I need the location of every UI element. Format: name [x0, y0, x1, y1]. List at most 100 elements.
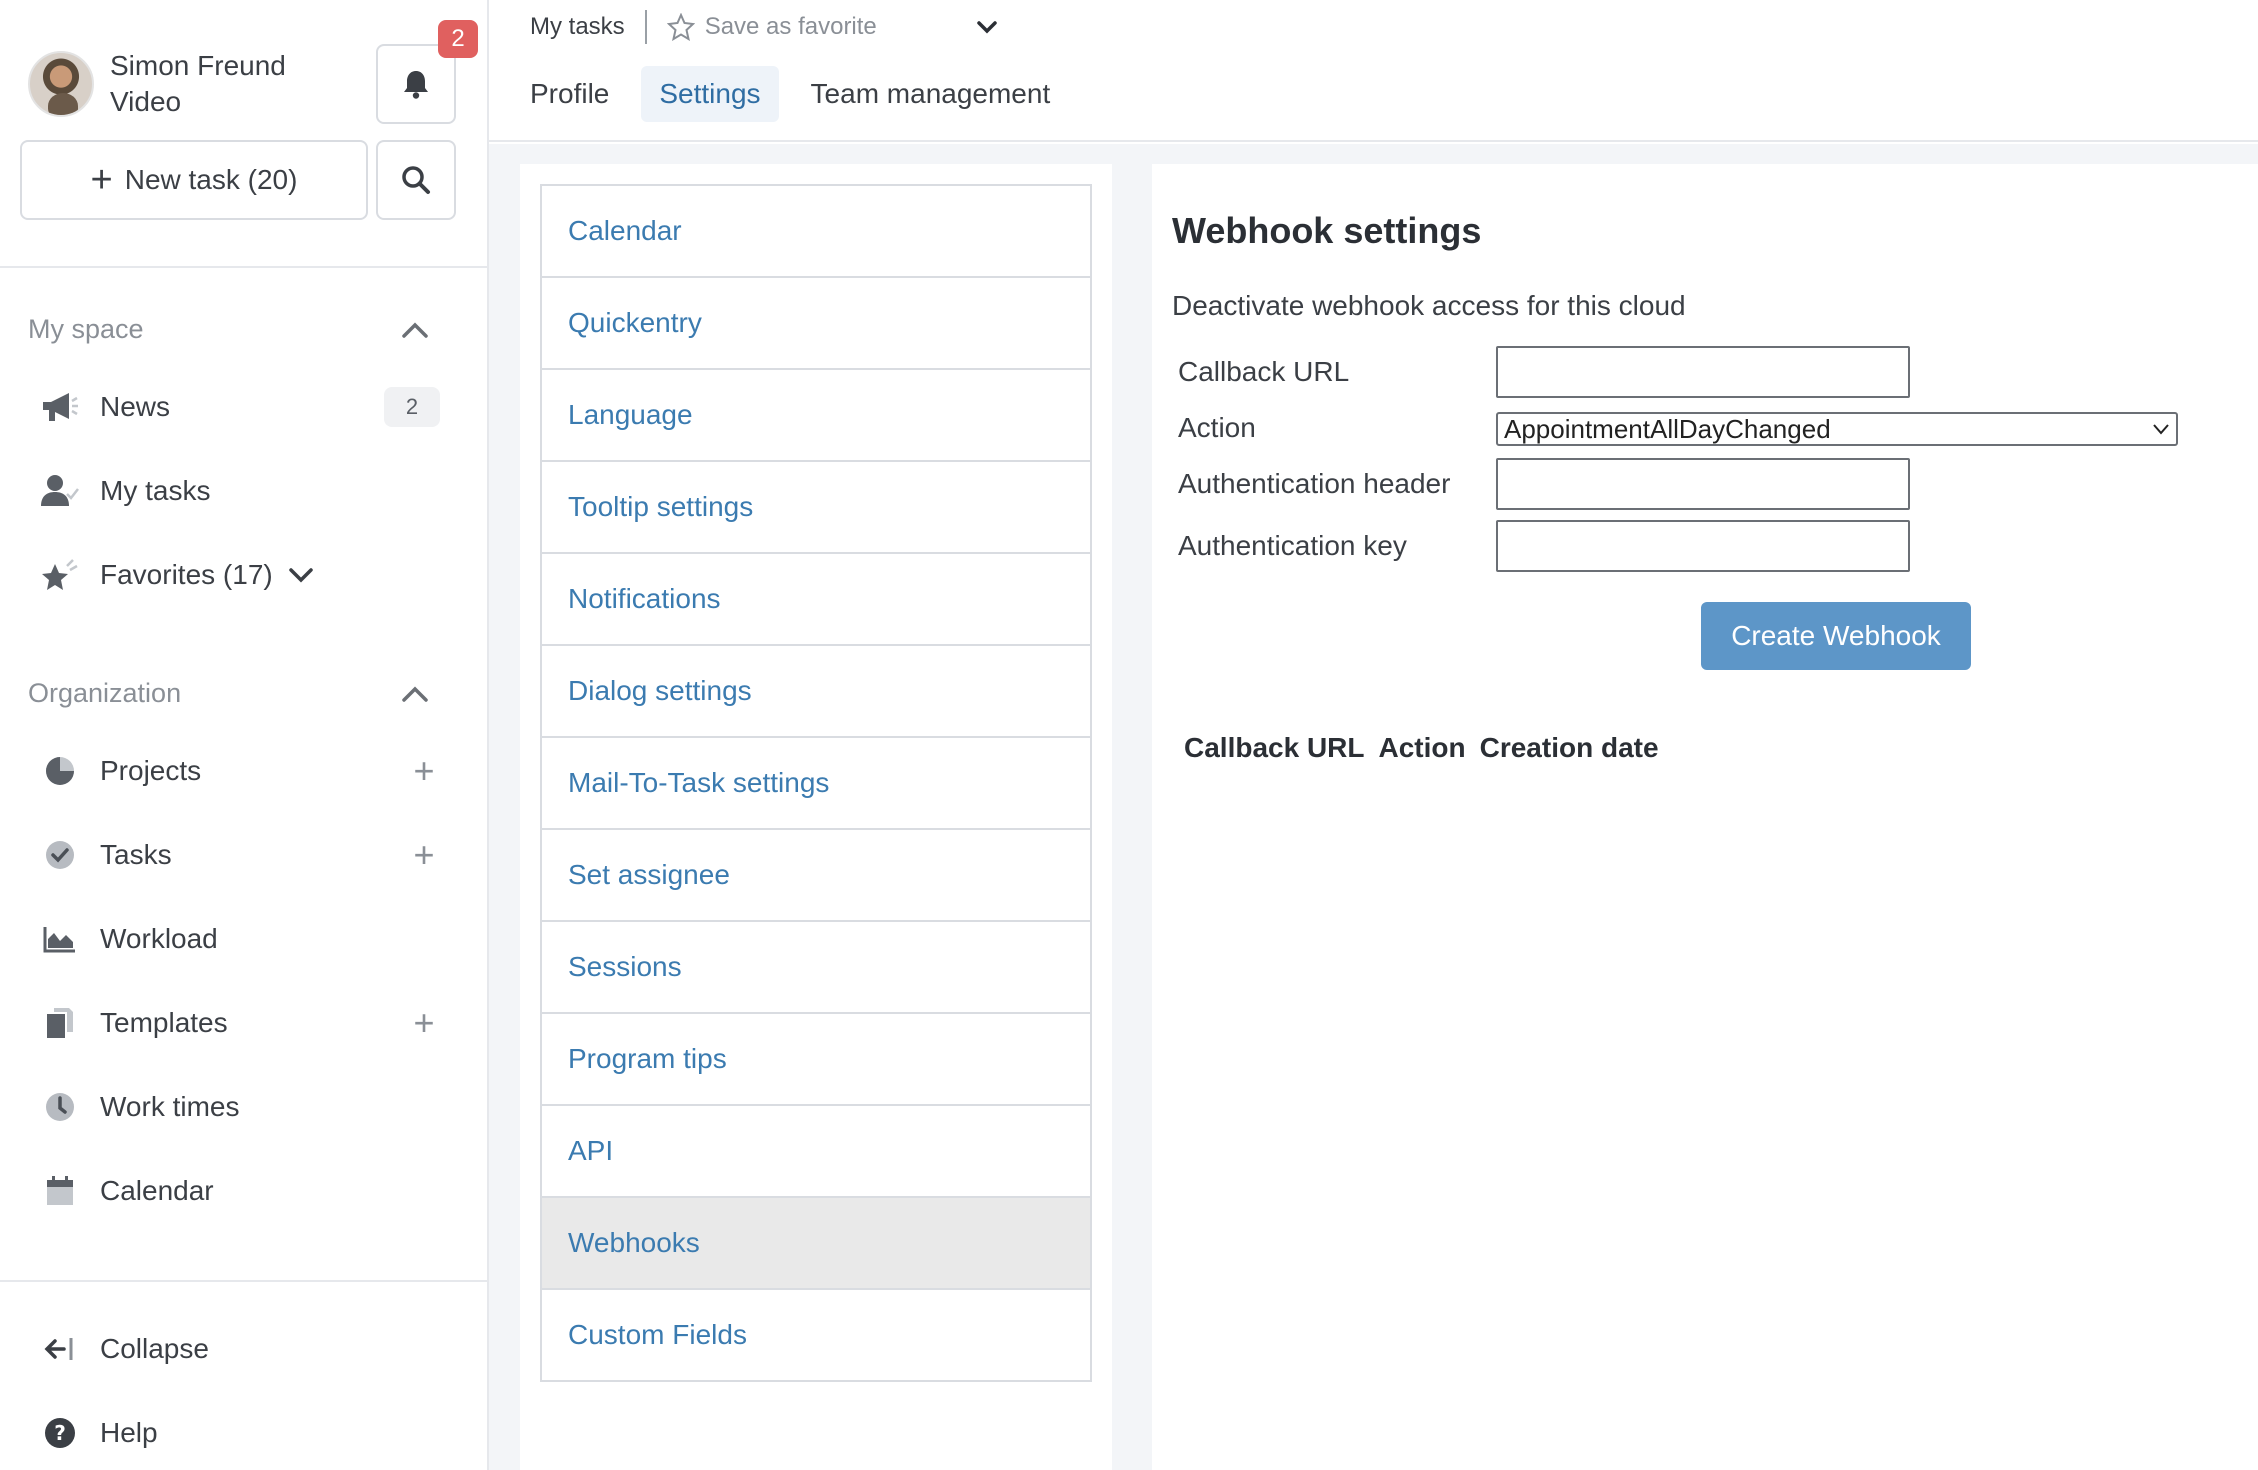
tab-profile[interactable]: Profile — [530, 66, 627, 122]
chevron-down-icon — [2153, 424, 2169, 435]
sidebar-item-label: Favorites (17) — [100, 559, 273, 590]
user-profile[interactable]: Simon Freund Video — [28, 48, 286, 120]
divider — [0, 1280, 487, 1282]
help-button[interactable]: ? Help — [40, 1408, 440, 1458]
collapse-arrow-icon — [40, 1329, 80, 1369]
create-webhook-button[interactable]: Create Webhook — [1701, 602, 1971, 670]
action-label: Action — [1178, 412, 1256, 443]
menu-item-tooltip-settings[interactable]: Tooltip settings — [542, 462, 1090, 554]
help-label: Help — [100, 1417, 158, 1448]
action-select-value: AppointmentAllDayChanged — [1504, 413, 1831, 444]
megaphone-icon — [40, 387, 80, 427]
chevron-up-icon[interactable] — [402, 322, 428, 338]
sidebar-item-workload[interactable]: Workload — [40, 914, 440, 964]
menu-item-api[interactable]: API — [542, 1106, 1090, 1198]
documents-icon — [40, 1003, 80, 1043]
sidebar-item-label: Tasks — [100, 839, 172, 870]
deactivate-webhook-link[interactable]: Deactivate webhook access for this cloud — [1172, 290, 1686, 322]
chevron-up-icon[interactable] — [402, 686, 428, 702]
sidebar-item-label: News — [100, 391, 171, 422]
sidebar-item-label: Calendar — [100, 1175, 214, 1206]
sidebar-item-calendar[interactable]: Calendar — [40, 1166, 440, 1216]
star-icon — [40, 555, 80, 595]
sidebar-item-work-times[interactable]: Work times — [40, 1082, 440, 1132]
pie-icon — [40, 751, 80, 791]
tab-settings[interactable]: Settings — [641, 66, 779, 122]
breadcrumb: My tasks Save as favorite — [530, 10, 997, 44]
sidebar-item-label: Projects — [100, 755, 202, 786]
sidebar-item-tasks[interactable]: Tasks + — [40, 830, 440, 880]
menu-item-set-assignee[interactable]: Set assignee — [542, 830, 1090, 922]
collapse-label: Collapse — [100, 1333, 209, 1364]
user-check-icon — [40, 471, 80, 511]
authentication-header-label: Authentication header — [1178, 468, 1451, 499]
notification-badge: 2 — [438, 20, 478, 58]
menu-item-notifications[interactable]: Notifications — [542, 554, 1090, 646]
tab-team-management[interactable]: Team management — [793, 66, 1069, 122]
new-task-label: New task (20) — [124, 164, 298, 195]
menu-item-custom-fields[interactable]: Custom Fields — [542, 1290, 1090, 1382]
plus-icon: + — [90, 159, 113, 201]
column-header-callback-url: Callback URL — [1184, 732, 1365, 763]
authentication-key-input[interactable] — [1496, 520, 1910, 572]
sidebar-item-label: Templates — [100, 1007, 228, 1038]
search-button[interactable] — [376, 140, 456, 220]
search-icon — [402, 166, 430, 194]
breadcrumb-separator — [644, 10, 647, 44]
new-task-button[interactable]: + New task (20) — [20, 140, 368, 220]
bell-icon — [404, 71, 428, 99]
star-outline-icon[interactable] — [666, 13, 695, 41]
sidebar-item-label: My tasks — [100, 475, 211, 506]
column-header-action: Action — [1378, 732, 1466, 763]
user-name: Simon Freund — [110, 50, 286, 81]
organization-title: Organization — [28, 678, 182, 708]
collapse-button[interactable]: Collapse — [40, 1324, 440, 1374]
save-as-favorite-button[interactable]: Save as favorite — [705, 13, 877, 41]
add-template-button[interactable]: + — [404, 1002, 444, 1044]
add-project-button[interactable]: + — [404, 750, 444, 792]
callback-url-label: Callback URL — [1178, 356, 1350, 387]
sidebar: Simon Freund Video 2 + New task (20) My … — [0, 0, 489, 1470]
chevron-down-icon[interactable] — [977, 20, 997, 34]
menu-item-mail-to-task[interactable]: Mail-To-Task settings — [542, 738, 1090, 830]
svg-text:?: ? — [54, 1421, 66, 1445]
sidebar-item-news[interactable]: News 2 — [40, 382, 440, 432]
user-subtitle: Video — [110, 86, 182, 117]
sidebar-item-label: Workload — [100, 923, 218, 954]
column-header-creation-date: Creation date — [1479, 732, 1659, 763]
menu-item-program-tips[interactable]: Program tips — [542, 1014, 1090, 1106]
top-bar: My tasks Save as favorite Profile Settin… — [489, 0, 2258, 142]
authentication-key-label: Authentication key — [1178, 530, 1407, 561]
clock-icon — [40, 1087, 80, 1127]
tab-bar: Profile Settings Team management — [530, 66, 1082, 122]
settings-menu: Calendar Quickentry Language Tooltip set… — [540, 184, 1092, 1382]
calendar-icon — [40, 1171, 80, 1211]
menu-item-quickentry[interactable]: Quickentry — [542, 278, 1090, 370]
menu-item-calendar[interactable]: Calendar — [542, 186, 1090, 278]
check-circle-icon — [40, 835, 80, 875]
menu-item-webhooks[interactable]: Webhooks — [542, 1198, 1090, 1290]
my-space-header[interactable]: My space — [28, 314, 428, 345]
sidebar-item-my-tasks[interactable]: My tasks — [40, 466, 440, 516]
my-space-title: My space — [28, 314, 144, 344]
menu-item-language[interactable]: Language — [542, 370, 1090, 462]
sidebar-item-templates[interactable]: Templates + — [40, 998, 440, 1048]
page-title: Webhook settings — [1172, 210, 1482, 251]
organization-header[interactable]: Organization — [28, 678, 428, 709]
avatar — [28, 51, 94, 117]
menu-item-dialog-settings[interactable]: Dialog settings — [542, 646, 1090, 738]
add-task-button[interactable]: + — [404, 834, 444, 876]
sidebar-item-projects[interactable]: Projects + — [40, 746, 440, 796]
breadcrumb-current[interactable]: My tasks — [530, 13, 625, 41]
callback-url-input[interactable] — [1496, 346, 1910, 398]
news-count-badge: 2 — [384, 387, 440, 427]
action-select[interactable]: AppointmentAllDayChanged — [1496, 412, 2178, 446]
sidebar-item-favorites[interactable]: Favorites (17) — [40, 550, 440, 600]
chevron-down-icon[interactable] — [288, 567, 313, 583]
menu-item-sessions[interactable]: Sessions — [542, 922, 1090, 1014]
sidebar-item-label: Work times — [100, 1091, 240, 1122]
help-icon: ? — [40, 1413, 80, 1453]
area-chart-icon — [40, 919, 80, 959]
webhook-table-header: Callback URL Action Creation date — [1184, 732, 1673, 764]
authentication-header-input[interactable] — [1496, 458, 1910, 510]
